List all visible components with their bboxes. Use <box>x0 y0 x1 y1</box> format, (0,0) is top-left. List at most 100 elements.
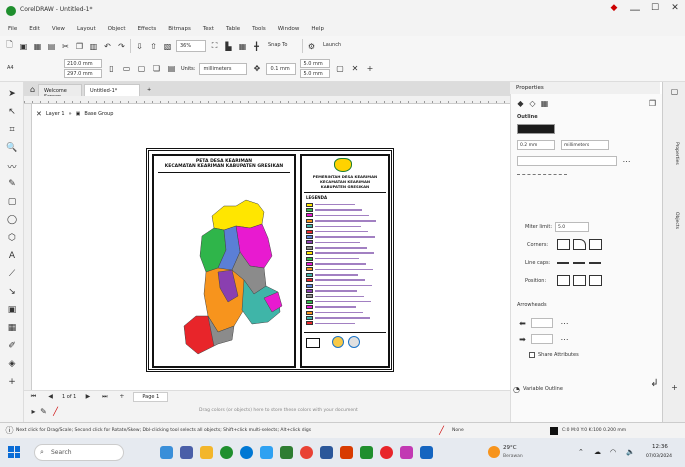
close-group-icon[interactable]: ✕ <box>36 110 42 118</box>
eyedropper-icon[interactable]: ✐ <box>6 340 18 352</box>
menu-layout[interactable]: Layout <box>77 26 96 32</box>
outline-color-swatch[interactable] <box>517 124 555 134</box>
cut-icon[interactable]: ✂ <box>60 41 71 52</box>
polygon-tool-icon[interactable]: ⬡ <box>6 232 18 244</box>
connector-tool-icon[interactable]: ↘ <box>6 286 18 298</box>
variable-outline-label[interactable]: Variable Outline <box>523 386 563 392</box>
copy-icon[interactable]: ❐ <box>74 41 85 52</box>
chrome-icon[interactable] <box>300 446 313 459</box>
breadcrumb-layer[interactable]: Layer 1 <box>46 111 65 117</box>
save-icon[interactable]: ▦ <box>32 41 43 52</box>
pick-tool-icon[interactable]: ➤ <box>6 88 18 100</box>
share-attributes-checkbox[interactable] <box>529 352 535 358</box>
outline-pen-icon[interactable]: ✎ <box>38 406 49 417</box>
transparency-icon[interactable]: ▦ <box>6 322 18 334</box>
rectangle-tool-icon[interactable]: ▢ <box>6 196 18 208</box>
map-region-yellow[interactable] <box>211 199 265 231</box>
tab-untitled[interactable]: Untitled-1* <box>84 84 140 96</box>
horizontal-ruler[interactable] <box>24 96 510 104</box>
no-color-icon[interactable]: ╱ <box>50 406 61 417</box>
undo-icon[interactable]: ↶ <box>102 41 113 52</box>
menu-window[interactable]: Window <box>278 26 300 32</box>
add-icon[interactable]: + <box>364 63 375 74</box>
menu-table[interactable]: Table <box>226 26 240 32</box>
weather-icon[interactable] <box>488 446 500 458</box>
media-player-icon[interactable] <box>380 446 393 459</box>
page-frame-icon[interactable]: ▢ <box>334 63 345 74</box>
home-icon[interactable]: ⌂ <box>27 84 38 95</box>
tab-welcome-screen[interactable]: Welcome Screen <box>38 84 82 100</box>
butt-cap-icon[interactable] <box>557 262 569 264</box>
store-icon[interactable] <box>260 446 273 459</box>
paste-icon[interactable]: ▥ <box>88 41 99 52</box>
docker-add-icon[interactable]: + <box>669 382 680 393</box>
vertical-ruler[interactable] <box>24 104 32 390</box>
new-document-icon[interactable]: 🗋 <box>4 40 15 52</box>
drop-shadow-icon[interactable]: ▣ <box>6 304 18 316</box>
launch-dropdown[interactable]: Launch <box>320 40 360 52</box>
current-page-icon[interactable]: ▤ <box>166 63 177 74</box>
onedrive-icon[interactable]: ☁ <box>594 448 601 456</box>
text-tool-icon[interactable]: A <box>6 250 18 262</box>
freehand-tool-icon[interactable]: 〰 <box>6 160 18 173</box>
import-icon[interactable]: ⇩ <box>134 41 145 52</box>
nudge-distance-field[interactable]: 0.1 mm <box>266 62 297 75</box>
full-screen-icon[interactable]: ⛶ <box>209 41 220 52</box>
coreldraw-pinned-icon[interactable] <box>360 446 373 459</box>
landscape-icon[interactable]: ▢ <box>136 63 147 74</box>
docker-close-icon[interactable]: ▢ <box>669 86 680 97</box>
outline-width-field[interactable]: 0.2 mm <box>517 140 555 150</box>
first-page-icon[interactable]: ⏮ <box>28 391 39 402</box>
start-arrow-options-icon[interactable]: ⋯ <box>559 318 570 329</box>
add-tab-button[interactable]: + <box>142 84 156 96</box>
minimize-button[interactable]: — <box>625 3 645 16</box>
artistic-media-icon[interactable]: ✎ <box>6 178 18 190</box>
task-view-icon[interactable] <box>160 446 173 459</box>
wifi-icon[interactable]: ◠ <box>610 448 616 456</box>
menu-view[interactable]: View <box>52 26 65 32</box>
docker-tab-properties[interactable]: Properties <box>669 142 679 192</box>
publish-pdf-icon[interactable]: ▧ <box>162 41 173 52</box>
center-position-icon[interactable] <box>573 275 586 286</box>
outside-position-icon[interactable] <box>557 275 570 286</box>
square-cap-icon[interactable] <box>589 262 601 264</box>
transparency-tab-icon[interactable]: ▦ <box>539 98 550 109</box>
menu-file[interactable]: File <box>8 26 17 32</box>
all-pages-icon[interactable]: ❏ <box>151 63 162 74</box>
taskbar-search[interactable]: ⌕ Search <box>34 444 124 461</box>
add-page-icon[interactable]: + <box>116 391 127 402</box>
interactive-fill-icon[interactable]: ◈ <box>6 358 18 370</box>
start-arrowhead-select[interactable] <box>531 318 553 328</box>
crop-tool-icon[interactable]: ⌗ <box>6 124 18 136</box>
portrait-icon[interactable]: ▭ <box>121 63 132 74</box>
page-size-select[interactable]: A4 <box>4 63 60 75</box>
duplicate-x-field[interactable]: 5.0 mm <box>300 59 331 68</box>
menu-help[interactable]: Help <box>311 26 324 32</box>
fill-none-icon[interactable]: ╱ <box>436 425 447 436</box>
zoom-level-select[interactable]: 36% <box>176 40 206 52</box>
maximize-button[interactable]: ☐ <box>645 3 665 13</box>
parallel-dimension-icon[interactable]: ⟋ <box>6 268 18 280</box>
last-page-icon[interactable]: ⏭ <box>99 391 110 402</box>
volume-icon[interactable]: 🔈 <box>626 448 635 456</box>
prev-page-icon[interactable]: ◀ <box>45 391 56 402</box>
outline-tab-icon[interactable]: ◇ <box>527 98 538 109</box>
ellipse-tool-icon[interactable]: ◯ <box>6 214 18 226</box>
grid-icon[interactable]: ▦ <box>237 41 248 52</box>
photos-icon[interactable] <box>400 446 413 459</box>
page-height-field[interactable]: 297.0 mm <box>64 69 102 78</box>
miter-limit-field[interactable]: 5.0 <box>555 222 589 232</box>
teams-icon[interactable] <box>180 446 193 459</box>
duplicate-y-field[interactable]: 5.0 mm <box>300 69 331 78</box>
inside-position-icon[interactable] <box>589 275 602 286</box>
docker-tab-objects[interactable]: Objects <box>669 212 679 252</box>
excel-icon[interactable] <box>280 446 293 459</box>
file-explorer-icon[interactable] <box>200 446 213 459</box>
menu-tools[interactable]: Tools <box>252 26 266 32</box>
bevel-corner-icon[interactable] <box>589 239 602 250</box>
page-tab[interactable]: Page 1 <box>133 391 169 402</box>
round-corner-icon[interactable] <box>573 239 586 250</box>
village-map[interactable] <box>154 176 294 366</box>
guidelines-icon[interactable]: ╋ <box>251 41 262 52</box>
powerpoint-icon[interactable] <box>340 446 353 459</box>
